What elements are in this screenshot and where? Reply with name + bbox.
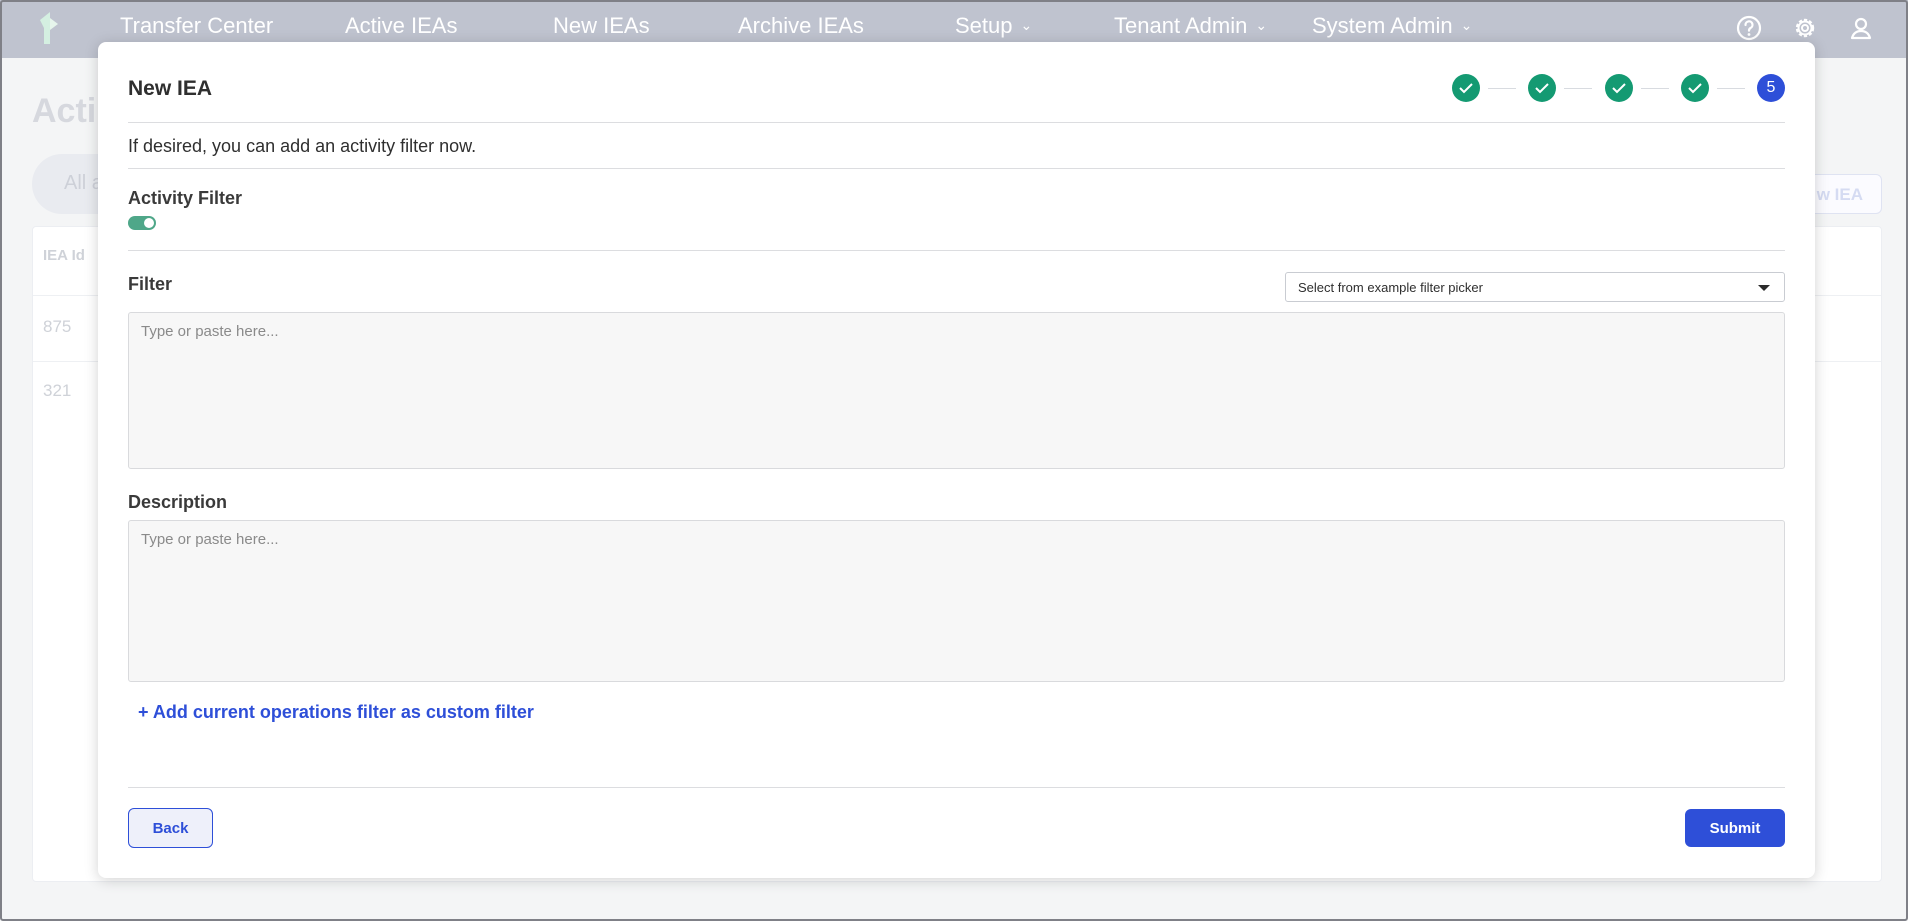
footer-divider (128, 787, 1785, 788)
app-logo-icon[interactable] (36, 8, 62, 48)
button-label: w IEA (1816, 185, 1863, 204)
submit-button[interactable]: Submit (1685, 809, 1785, 847)
nav-label: Active IEAs (345, 13, 458, 38)
step-connector (1717, 88, 1745, 89)
modal-title: New IEA (128, 77, 213, 100)
toggle-knob (144, 218, 154, 228)
check-icon (1459, 83, 1473, 94)
header-divider (128, 122, 1785, 123)
nav-label: Setup (955, 13, 1013, 38)
nav-label: Archive IEAs (738, 13, 864, 38)
nav-active-ieas[interactable]: Active IEAs (345, 13, 457, 39)
step-2-complete (1528, 74, 1556, 102)
description-textarea[interactable] (128, 520, 1785, 682)
nav-label: System Admin (1312, 13, 1453, 38)
filter-picker-value: Select from example filter picker (1298, 280, 1483, 295)
nav-archive-ieas[interactable]: Archive IEAs (738, 13, 864, 39)
user-icon[interactable] (1845, 12, 1877, 44)
chevron-down-icon: ⌄ (1020, 17, 1033, 33)
new-iea-modal: New IEA 5 If desired, you can add an act… (98, 42, 1815, 878)
table-row: 875 (43, 317, 72, 336)
step-3-complete (1605, 74, 1633, 102)
nav-setup-dropdown[interactable]: Setup ⌄ (955, 13, 1032, 39)
table-header-iea-id: IEA Id (43, 247, 85, 264)
check-icon (1535, 83, 1549, 94)
chevron-down-icon: ⌄ (1255, 17, 1268, 33)
filter-textarea[interactable] (128, 312, 1785, 469)
step-connector (1641, 88, 1669, 89)
nav-transfer-center[interactable]: Transfer Center (120, 13, 273, 39)
table-row: 321 (43, 381, 72, 400)
filter-label: Filter (128, 274, 173, 294)
step-1-complete (1452, 74, 1480, 102)
step-connector (1564, 88, 1592, 89)
nav-label: Transfer Center (120, 13, 274, 38)
nav-tenant-admin-dropdown[interactable]: Tenant Admin ⌄ (1114, 13, 1267, 39)
step-5-current: 5 (1757, 74, 1785, 102)
activity-filter-toggle[interactable] (128, 216, 156, 230)
example-filter-picker[interactable]: Select from example filter picker (1285, 272, 1785, 302)
nav-system-admin-dropdown[interactable]: System Admin ⌄ (1312, 13, 1472, 39)
step-4-complete (1681, 74, 1709, 102)
help-icon[interactable] (1733, 12, 1765, 44)
nav-label: Tenant Admin (1114, 13, 1248, 38)
caret-down-icon (1758, 285, 1770, 291)
background-page-title: Acti (32, 92, 97, 130)
nav-label: New IEAs (553, 13, 650, 38)
activity-filter-label: Activity Filter (128, 188, 243, 208)
check-icon (1612, 83, 1626, 94)
nav-new-ieas[interactable]: New IEAs (553, 13, 650, 39)
gear-icon[interactable] (1789, 12, 1821, 44)
section-divider (128, 168, 1785, 169)
back-button[interactable]: Back (128, 808, 213, 848)
step-connector (1488, 88, 1516, 89)
chevron-down-icon: ⌄ (1460, 17, 1473, 33)
check-icon (1688, 83, 1702, 94)
section-divider (128, 250, 1785, 251)
description-label: Description (128, 492, 228, 512)
add-operations-filter-link[interactable]: + Add current operations filter as custo… (138, 702, 534, 723)
intro-text: If desired, you can add an activity filt… (128, 136, 477, 156)
